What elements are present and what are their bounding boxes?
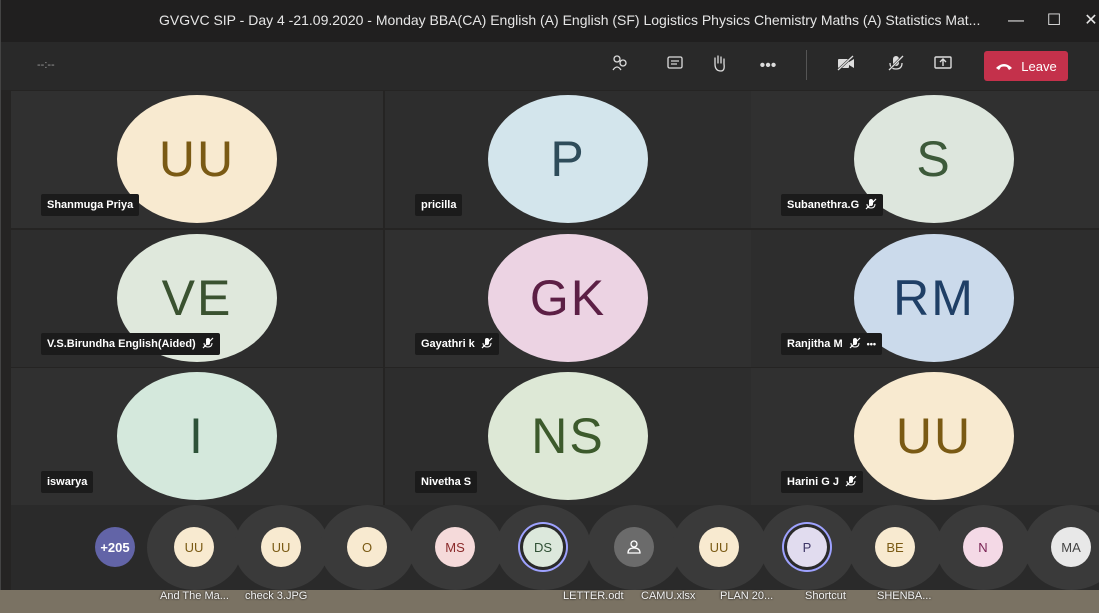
people-icon[interactable] bbox=[608, 54, 632, 78]
participant-chip[interactable]: UU bbox=[174, 527, 214, 567]
participant-name-tag: Nivetha S bbox=[415, 471, 478, 493]
participant-avatar: UU bbox=[117, 95, 277, 223]
leave-label: Leave bbox=[1021, 58, 1057, 74]
participant-strip: +205 UU UU O MS DS UU P BE N MA bbox=[11, 505, 1099, 590]
participant-chip[interactable]: UU bbox=[699, 527, 739, 567]
participant-tile[interactable]: VE V.S.Birundha English(Aided) bbox=[11, 230, 383, 367]
participant-chip[interactable]: UU bbox=[261, 527, 301, 567]
title-bar: GVGVC SIP - Day 4 -21.09.2020 - Monday B… bbox=[1, 0, 1099, 42]
more-participants-badge[interactable]: +205 bbox=[95, 527, 135, 567]
participant-name-tag: iswarya bbox=[41, 471, 94, 493]
participant-tile[interactable]: S Subanethra.G bbox=[751, 91, 1099, 228]
participant-chip[interactable]: BE bbox=[875, 527, 915, 567]
more-icon[interactable]: ••• bbox=[756, 54, 780, 78]
mic-off-icon[interactable] bbox=[884, 54, 908, 78]
participant-avatar: NS bbox=[488, 372, 648, 500]
participant-chip[interactable]: MA bbox=[1051, 527, 1091, 567]
participant-chip[interactable]: DS bbox=[523, 527, 563, 567]
hang-up-icon bbox=[996, 64, 1013, 70]
participant-name-tag: V.S.Birundha English(Aided) bbox=[41, 333, 220, 355]
participant-chip[interactable]: MS bbox=[435, 527, 475, 567]
window-title: GVGVC SIP - Day 4 -21.09.2020 - Monday B… bbox=[159, 12, 981, 28]
share-screen-icon[interactable] bbox=[931, 54, 955, 78]
meeting-toolbar: --:-- ••• Leave bbox=[1, 42, 1099, 90]
participant-tile[interactable]: GK Gayathri k bbox=[385, 230, 757, 367]
participant-tile[interactable]: UU Shanmuga Priya bbox=[11, 91, 383, 228]
participant-tile[interactable]: NS Nivetha S bbox=[385, 368, 757, 505]
mic-off-icon bbox=[845, 475, 857, 490]
participant-name: Harini G J bbox=[787, 476, 839, 488]
participant-tile[interactable]: Ppricilla bbox=[385, 91, 757, 228]
participant-name: Subanethra.G bbox=[787, 199, 860, 211]
participant-name: Ranjitha M bbox=[787, 338, 843, 350]
participant-name-tag: Harini G J bbox=[781, 471, 863, 493]
participant-avatar: GK bbox=[488, 234, 648, 362]
desktop-icon-label[interactable]: CAMU.xlsx bbox=[641, 590, 695, 602]
desktop-icon-label[interactable]: PLAN 20... bbox=[720, 590, 773, 602]
mic-off-icon bbox=[481, 337, 493, 352]
person-icon[interactable] bbox=[614, 527, 654, 567]
desktop-icon-label[interactable]: check 3.JPG bbox=[245, 590, 307, 602]
participant-more-icon[interactable]: ••• bbox=[867, 339, 876, 349]
participant-name: pricilla bbox=[421, 199, 457, 211]
participant-tile[interactable]: RM Ranjitha M ••• bbox=[751, 230, 1099, 367]
participant-grid: UU Shanmuga Priya Ppricilla S Subanethra.G VE… bbox=[11, 91, 1099, 507]
participant-chip[interactable]: P bbox=[787, 527, 827, 567]
participant-name-tag: pricilla bbox=[415, 194, 463, 216]
participant-chip[interactable]: N bbox=[963, 527, 1003, 567]
desktop-background: And The Ma... check 3.JPG LETTER.odt CAMU.x… bbox=[0, 590, 1099, 613]
teams-meeting-window: GVGVC SIP - Day 4 -21.09.2020 - Monday B… bbox=[0, 0, 1099, 590]
chat-icon[interactable] bbox=[663, 54, 687, 78]
raise-hand-icon[interactable] bbox=[707, 54, 731, 78]
participant-name-tag: Subanethra.G bbox=[781, 194, 884, 216]
participant-name: iswarya bbox=[47, 476, 88, 488]
meeting-timer: --:-- bbox=[37, 59, 55, 71]
participant-name: Gayathri k bbox=[421, 338, 475, 350]
participant-name-tag: Ranjitha M ••• bbox=[781, 333, 883, 355]
close-button[interactable]: ✕ bbox=[1079, 9, 1099, 33]
participant-avatar: I bbox=[117, 372, 277, 500]
participant-tile[interactable]: UU Harini G J bbox=[751, 368, 1099, 505]
camera-off-icon[interactable] bbox=[834, 54, 858, 78]
participant-name-tag: Gayathri k bbox=[415, 333, 499, 355]
desktop-icon-label[interactable]: Shortcut bbox=[805, 590, 846, 602]
mic-off-icon bbox=[849, 337, 861, 352]
participant-name: Shanmuga Priya bbox=[47, 199, 134, 211]
participant-avatar: UU bbox=[854, 372, 1014, 500]
leave-button[interactable]: Leave bbox=[984, 51, 1068, 81]
participant-chip[interactable]: O bbox=[347, 527, 387, 567]
desktop-icon-label[interactable]: And The Ma... bbox=[160, 590, 229, 602]
mic-off-icon bbox=[865, 198, 877, 213]
minimize-button[interactable]: — bbox=[1004, 9, 1028, 33]
participant-name: V.S.Birundha English(Aided) bbox=[47, 338, 196, 350]
desktop-icon-label[interactable]: SHENBA... bbox=[877, 590, 931, 602]
mic-off-icon bbox=[202, 337, 214, 352]
toolbar-divider bbox=[806, 50, 807, 80]
participant-name: Nivetha S bbox=[421, 476, 472, 488]
participant-tile[interactable]: Iiswarya bbox=[11, 368, 383, 505]
participant-avatar: P bbox=[488, 95, 648, 223]
maximize-button[interactable]: ☐ bbox=[1042, 9, 1066, 33]
desktop-icon-label[interactable]: LETTER.odt bbox=[563, 590, 624, 602]
participant-name-tag: Shanmuga Priya bbox=[41, 194, 140, 216]
